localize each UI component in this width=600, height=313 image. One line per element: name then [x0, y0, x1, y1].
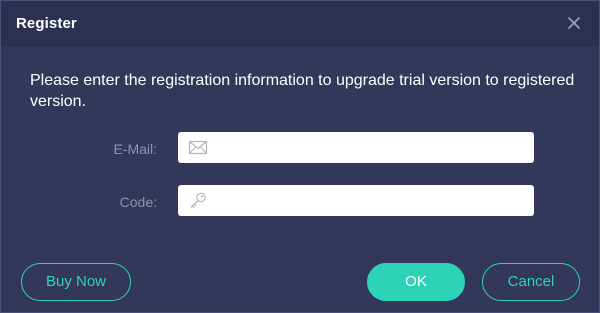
buy-now-button[interactable]: Buy Now [21, 263, 131, 301]
instructions-text: Please enter the registration informatio… [30, 72, 575, 110]
code-input[interactable] [216, 185, 526, 216]
key-icon [188, 192, 208, 209]
close-icon[interactable] [563, 12, 585, 34]
code-field[interactable] [178, 185, 534, 216]
envelope-icon [188, 139, 208, 156]
register-dialog: Register Please enter the registration i… [0, 0, 600, 313]
title-bar: Register [1, 1, 599, 47]
dialog-title: Register [16, 15, 77, 32]
ok-button[interactable]: OK [367, 263, 465, 301]
cancel-button[interactable]: Cancel [482, 263, 580, 301]
email-field[interactable] [178, 132, 534, 163]
email-label: E-Mail: [113, 141, 157, 157]
email-input[interactable] [216, 132, 526, 163]
code-label: Code: [119, 194, 157, 210]
